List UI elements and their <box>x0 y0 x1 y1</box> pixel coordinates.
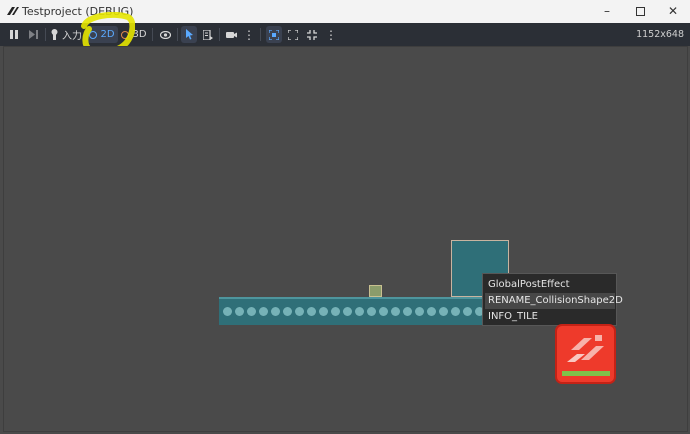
3d-mode-label: 3D <box>132 29 147 40</box>
list-icon <box>203 29 213 40</box>
runner-icon <box>562 335 610 376</box>
fit-button[interactable] <box>266 26 282 43</box>
expand-button[interactable] <box>285 26 301 43</box>
3d-mode-icon <box>121 30 130 39</box>
resolution-readout: 1152x648 <box>636 29 684 40</box>
list-button[interactable] <box>200 26 216 43</box>
visibility-button[interactable] <box>157 26 173 43</box>
expand-icon <box>288 29 298 40</box>
maximize-icon[interactable] <box>631 3 649 19</box>
toolbar-separator <box>219 28 220 41</box>
next-frame-button[interactable] <box>25 26 41 43</box>
2d-mode-label: 2D <box>100 29 115 40</box>
more-icon: ⋮ <box>325 27 337 42</box>
input-icon <box>51 29 58 40</box>
input-label: 入力 <box>62 31 82 42</box>
window-title: Testproject (DEBUG) <box>22 5 134 18</box>
view-more-button[interactable]: ⋮ <box>325 26 337 43</box>
app-icon <box>7 7 19 15</box>
input-button[interactable]: 入力 <box>50 26 82 43</box>
node-popup-menu: GlobalPostEffect RENAME_CollisionShape2D… <box>482 273 623 326</box>
toolbar-separator <box>45 28 46 41</box>
2d-mode-icon <box>89 30 98 39</box>
shrink-button[interactable] <box>304 26 320 43</box>
camera-more-button[interactable]: ⋮ <box>243 26 255 43</box>
close-icon[interactable]: ✕ <box>664 3 682 19</box>
visibility-icon <box>159 30 171 39</box>
select-icon <box>185 29 193 40</box>
minimize-icon[interactable]: – <box>598 3 616 19</box>
shrink-icon <box>307 29 317 40</box>
popup-item[interactable]: INFO_TILE <box>485 309 615 325</box>
pause-icon <box>10 30 18 39</box>
toolbar-separator <box>260 28 261 41</box>
pause-button[interactable] <box>6 26 22 43</box>
tile-platform <box>219 297 491 325</box>
title-bar: Testproject (DEBUG) – ✕ <box>0 0 690 23</box>
2d-mode-button[interactable]: 2D <box>86 26 118 43</box>
camera-button[interactable] <box>223 26 239 43</box>
select-button[interactable] <box>181 26 197 43</box>
3d-mode-button[interactable]: 3D <box>120 26 148 43</box>
toolbar-separator <box>152 28 153 41</box>
camera-icon <box>225 32 237 38</box>
tile-pattern <box>223 307 487 317</box>
toolbar-separator <box>177 28 178 41</box>
popup-item[interactable]: GlobalPostEffect <box>485 277 615 293</box>
fit-icon <box>269 29 279 40</box>
app-logo-icon <box>555 324 616 384</box>
game-toolbar: 入力 2D 3D ⋮ ⋮ 1152x648 <box>0 23 690 46</box>
more-icon: ⋮ <box>243 27 255 42</box>
popup-item[interactable]: RENAME_CollisionShape2D <box>485 293 623 309</box>
next-frame-icon <box>28 30 38 39</box>
player-sprite <box>369 285 382 297</box>
